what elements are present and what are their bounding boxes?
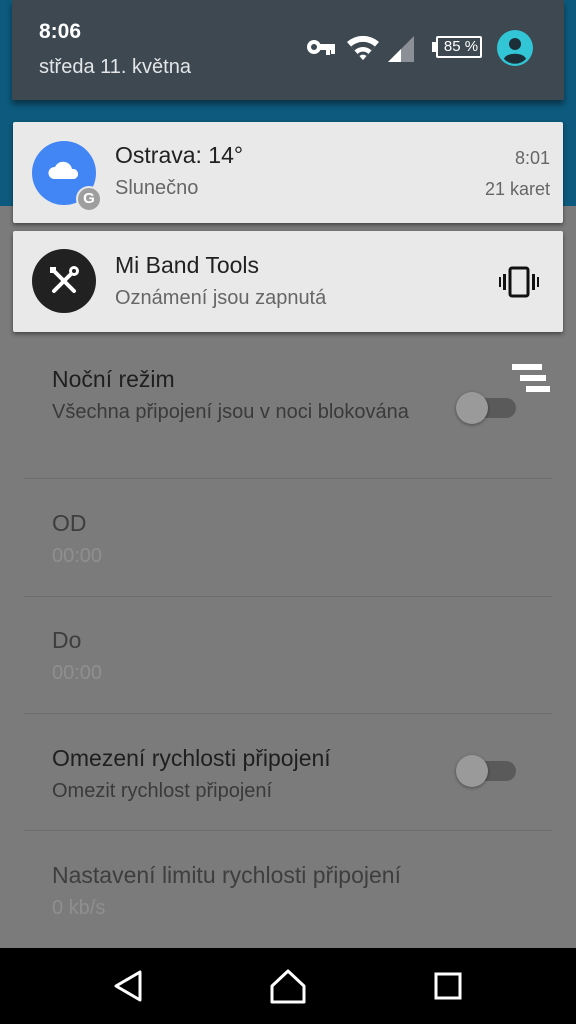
home-icon[interactable] — [266, 966, 310, 1006]
vibrate-icon[interactable] — [499, 266, 539, 298]
notification-count: 21 karet — [484, 179, 550, 199]
setting-title: OD — [52, 510, 87, 536]
tools-icon — [50, 266, 79, 293]
setting-speed-limit[interactable]: Omezení rychlosti připojení Omezit rychl… — [0, 745, 576, 831]
notification-text: Slunečno — [115, 177, 199, 199]
setting-to[interactable]: Do 00:00 — [0, 627, 576, 713]
navigation-bar — [0, 948, 576, 1024]
user-avatar-icon[interactable] — [497, 30, 533, 66]
speed-limit-toggle[interactable] — [456, 755, 516, 787]
recents-icon[interactable] — [426, 966, 470, 1006]
setting-subtitle: Omezit rychlost připojení — [52, 780, 273, 802]
setting-title: Noční režim — [52, 366, 175, 392]
notification-mi-band[interactable]: Mi Band Tools Oznámení jsou zapnutá — [13, 231, 563, 332]
setting-subtitle: Všechna připojení jsou v noci blokována — [52, 401, 409, 423]
setting-title: Nastavení limitu rychlosti připojení — [52, 862, 401, 888]
person-icon — [504, 38, 526, 64]
notification-title: Mi Band Tools — [115, 252, 260, 278]
date[interactable]: středa 11. května — [39, 56, 191, 79]
divider — [24, 596, 552, 597]
notification-title: Ostrava: 14° — [115, 142, 244, 168]
wifi-icon — [347, 35, 379, 60]
toggle-thumb — [456, 392, 488, 424]
back-icon[interactable] — [106, 966, 150, 1006]
notification-weather[interactable]: G Ostrava: 14° Slunečno 8:01 21 karet — [13, 122, 563, 223]
vpn-key-icon — [307, 40, 335, 55]
setting-subtitle: 00:00 — [52, 545, 103, 567]
toggle-thumb — [456, 755, 488, 787]
google-badge-icon: G — [76, 186, 102, 212]
setting-from[interactable]: OD 00:00 — [0, 510, 576, 596]
notification-time: 8:01 — [514, 148, 550, 168]
setting-subtitle: 0 kb/s — [52, 897, 106, 919]
setting-night-mode[interactable]: Noční režim Všechna připojení jsou v noc… — [0, 366, 576, 478]
setting-title: Do — [52, 627, 82, 653]
divider — [24, 478, 552, 479]
night-mode-toggle[interactable] — [456, 392, 516, 424]
battery-percent: 85 % — [443, 38, 479, 55]
cellular-signal-icon — [388, 36, 414, 62]
divider — [24, 713, 552, 714]
mi-band-app-icon — [32, 249, 96, 313]
setting-title: Omezení rychlosti připojení — [52, 745, 331, 771]
setting-subtitle: 00:00 — [52, 662, 103, 684]
divider — [24, 830, 552, 831]
setting-speed-limit-value[interactable]: Nastavení limitu rychlosti připojení 0 k… — [0, 862, 576, 942]
clock: 8:06 — [39, 20, 82, 43]
notification-text: Oznámení jsou zapnutá — [115, 287, 327, 309]
